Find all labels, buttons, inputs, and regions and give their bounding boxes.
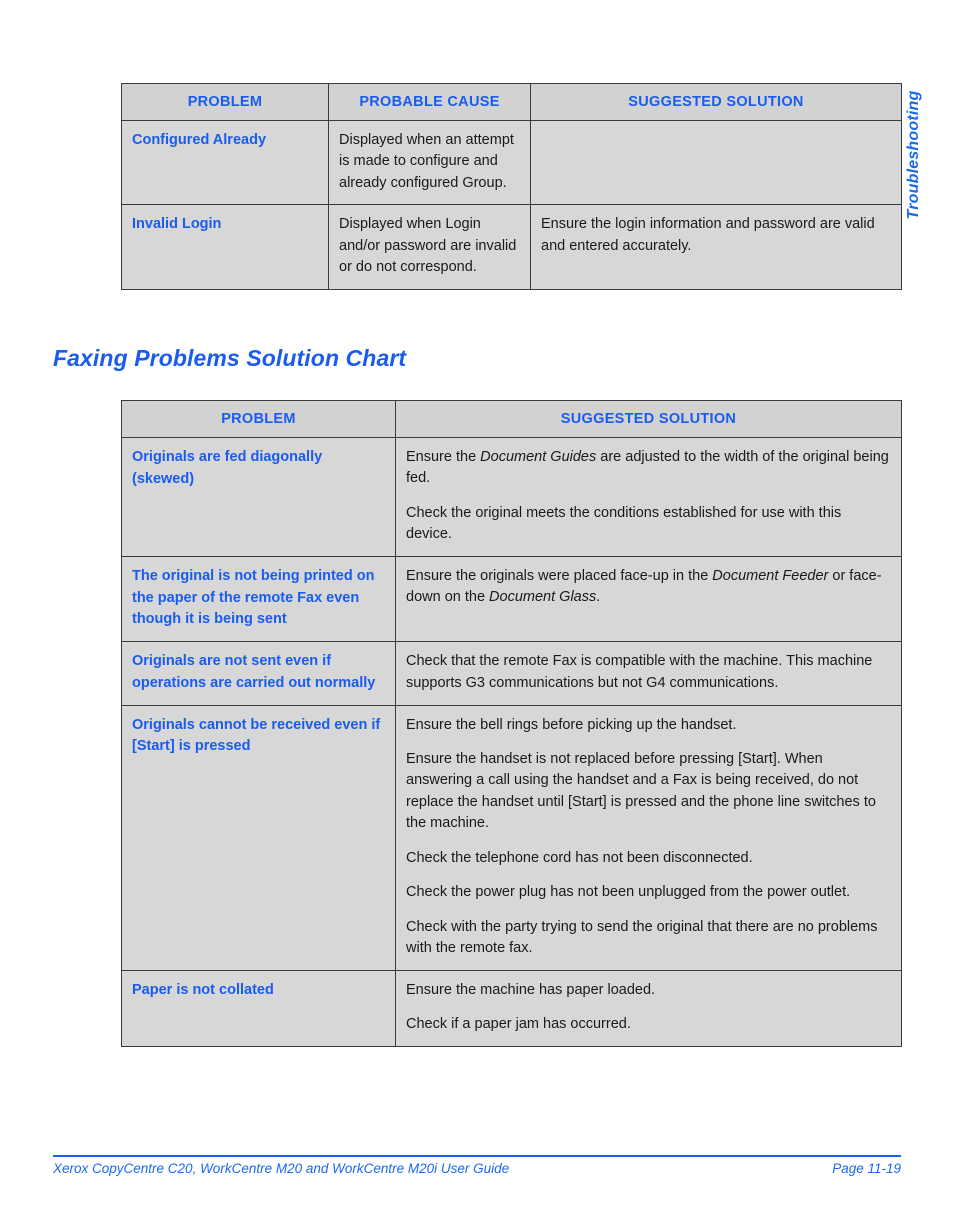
table-row: Configured Already Displayed when an atte…	[121, 119, 902, 206]
document-page: Troubleshooting PROBLEM PROBABLE CAUSE S…	[0, 0, 954, 1227]
cell-probable-cause: Displayed when an attempt is made to con…	[328, 119, 531, 206]
table-row: Originals are fed diagonally (skewed) Ens…	[121, 437, 902, 557]
table-header-row: PROBLEM SUGGESTED SOLUTION	[121, 400, 902, 438]
page-footer: Xerox CopyCentre C20, WorkCentre M20 and…	[53, 1161, 901, 1176]
cell-suggested-solution: Ensure the Document Guides are adjusted …	[395, 437, 902, 557]
solution-paragraph: Check that the remote Fax is compatible …	[406, 653, 873, 691]
table-row: Paper is not collated Ensure the machine …	[121, 969, 902, 1047]
faxing-problems-solution-table: PROBLEM SUGGESTED SOLUTION Originals are…	[121, 400, 902, 1047]
cell-problem: Originals cannot be received even if [St…	[121, 704, 396, 971]
solution-paragraph: Ensure the machine has paper loaded.	[406, 981, 656, 998]
table-row: Invalid Login Displayed when Login and/or…	[121, 204, 902, 290]
table-header-row: PROBLEM PROBABLE CAUSE SUGGESTED SOLUTIO…	[121, 83, 902, 121]
table-row: Originals cannot be received even if [St…	[121, 704, 902, 971]
cell-probable-cause: Displayed when Login and/or password are…	[328, 204, 531, 290]
cell-problem: Originals are not sent even if operation…	[121, 641, 396, 706]
cell-suggested-solution: Ensure the originals were placed face-up…	[395, 555, 902, 643]
cell-problem: Configured Already	[121, 119, 329, 206]
messages-solution-table: PROBLEM PROBABLE CAUSE SUGGESTED SOLUTIO…	[121, 83, 902, 290]
cell-suggested-solution: Check that the remote Fax is compatible …	[395, 641, 902, 706]
cell-suggested-solution: Ensure the login information and passwor…	[530, 204, 902, 290]
cell-problem: Invalid Login	[121, 204, 329, 290]
cell-suggested-solution: Ensure the machine has paper loaded. Chec…	[395, 969, 902, 1047]
solution-paragraph: Ensure the handset is not replaced befor…	[406, 751, 876, 832]
column-header-problem: PROBLEM	[121, 83, 329, 121]
solution-paragraph: Check the telephone cord has not been di…	[406, 849, 753, 866]
solution-paragraph: Check if a paper jam has occurred.	[406, 1016, 631, 1033]
table-row: The original is not being printed on the…	[121, 555, 902, 643]
cell-problem: The original is not being printed on the…	[121, 555, 396, 643]
solution-paragraph: Check with the party trying to send the …	[406, 918, 878, 957]
footer-page-number: Page 11-19	[832, 1161, 901, 1176]
column-header-suggested-solution: SUGGESTED SOLUTION	[530, 83, 902, 121]
cell-problem: Paper is not collated	[121, 969, 396, 1047]
cell-suggested-solution: Ensure the bell rings before picking up …	[395, 704, 902, 971]
solution-paragraph: Ensure the originals were placed face-up…	[406, 567, 882, 606]
column-header-suggested-solution: SUGGESTED SOLUTION	[395, 400, 902, 438]
cell-problem: Originals are fed diagonally (skewed)	[121, 437, 396, 557]
solution-paragraph: Check the power plug has not been unplug…	[406, 884, 851, 901]
column-header-probable-cause: PROBABLE CAUSE	[328, 83, 531, 121]
solution-paragraph: Ensure the Document Guides are adjusted …	[406, 449, 889, 487]
page-section-heading: Faxing Problems Solution Chart	[53, 345, 407, 371]
solution-paragraph: Ensure the bell rings before picking up …	[406, 716, 737, 733]
chapter-side-tab-label: Troubleshooting	[905, 90, 922, 220]
cell-suggested-solution	[530, 119, 902, 206]
footer-divider	[53, 1155, 901, 1157]
footer-guide-title: Xerox CopyCentre C20, WorkCentre M20 and…	[53, 1161, 510, 1176]
column-header-problem: PROBLEM	[121, 400, 396, 438]
table-row: Originals are not sent even if operation…	[121, 641, 902, 706]
solution-paragraph: Check the original meets the conditions …	[406, 504, 842, 543]
